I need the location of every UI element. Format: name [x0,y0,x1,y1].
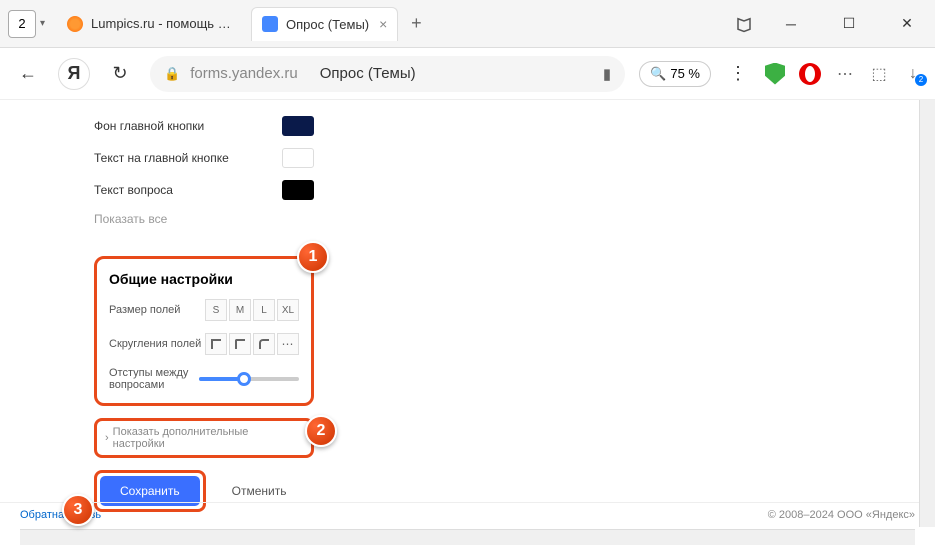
search-icon: 🔍 [650,66,666,82]
opera-icon[interactable] [799,63,821,85]
spacing-slider[interactable] [199,377,299,381]
color-row-question[interactable]: Текст вопроса [94,174,314,206]
color-row-main-text[interactable]: Текст на главной кнопке [94,142,314,174]
new-tab-button[interactable]: + [402,10,430,38]
footer: Обратная связь © 2008–2024 ООО «Яндекс» [0,502,935,527]
sidebar: Фон главной кнопки Текст на главной кноп… [94,110,344,512]
url-domain: forms.yandex.ru [190,65,298,82]
corner-row: Скругления полей ⋯ [109,333,299,355]
color-swatch[interactable] [282,180,314,200]
shield-icon[interactable] [765,63,785,85]
label: Скругления полей [109,338,201,350]
download-icon[interactable]: ↓2 [903,64,923,84]
tab-opros[interactable]: Опрос (Темы) × [251,7,398,41]
content: Фон главной кнопки Текст на главной кноп… [0,100,935,520]
scrollbar-horizontal[interactable] [20,529,915,545]
url-field[interactable]: 🔒 forms.yandex.ru Опрос (Темы) ▮ [150,56,625,92]
slider-fill [199,377,239,381]
label: Размер полей [109,304,180,316]
label: Фон главной кнопки [94,119,204,133]
spacing-row: Отступы между вопросами [109,367,299,391]
tab-label: Опрос (Темы) [286,17,369,32]
field-size-row: Размер полей S M L XL [109,299,299,321]
badge: 2 [915,74,927,86]
label: Текст вопроса [94,183,173,197]
zoom-indicator[interactable]: 🔍 75 % [639,61,711,87]
callout-3: 3 [62,494,94,526]
color-row-main-bg[interactable]: Фон главной кнопки [94,110,314,142]
corner-small[interactable] [229,333,251,355]
tab-label: Lumpics.ru - помощь с ко [91,16,237,31]
minimize-button[interactable]: ─ [771,9,811,39]
show-all-link[interactable]: Показать все [94,206,344,232]
corner-more[interactable]: ⋯ [277,333,299,355]
callout-1: 1 [297,241,329,273]
titlebar: 2 ▾ Lumpics.ru - помощь с ко Опрос (Темы… [0,0,935,48]
label: Отступы между вопросами [109,367,199,391]
size-s[interactable]: S [205,299,227,321]
color-swatch[interactable] [282,116,314,136]
show-more-settings[interactable]: › Показать дополнительные настройки 2 [94,418,314,458]
lock-icon: 🔒 [164,66,180,82]
maximize-button[interactable]: ☐ [829,9,869,39]
size-options: S M L XL [205,299,299,321]
close-icon[interactable]: × [379,16,387,32]
addressbar: ← Я ↻ 🔒 forms.yandex.ru Опрос (Темы) ▮ 🔍… [0,48,935,100]
zoom-value: 75 % [670,66,700,81]
reload-button[interactable]: ↻ [104,58,136,90]
color-swatch[interactable] [282,148,314,168]
size-l[interactable]: L [253,299,275,321]
corner-large[interactable] [253,333,275,355]
back-button[interactable]: ← [12,58,44,90]
library-icon[interactable] [735,15,753,33]
bookmark-icon[interactable]: ▮ [603,65,611,83]
chevron-down-icon[interactable]: ▾ [40,18,45,29]
callout-2: 2 [305,415,337,447]
forms-icon [262,16,278,32]
lumpics-icon [67,16,83,32]
extension-icon[interactable]: ⬚ [869,64,889,84]
chevron-right-icon: › [105,432,109,444]
label: Показать дополнительные настройки [113,426,303,450]
size-xl[interactable]: XL [277,299,299,321]
tab-lumpics[interactable]: Lumpics.ru - помощь с ко [57,7,247,41]
yandex-logo[interactable]: Я [58,58,90,90]
tab-count[interactable]: 2 [8,10,36,38]
corner-none[interactable] [205,333,227,355]
copyright: © 2008–2024 ООО «Яндекс» [768,509,915,521]
more-icon[interactable]: ⋯ [835,64,855,84]
close-button[interactable]: ✕ [887,9,927,39]
scrollbar-vertical[interactable] [919,100,935,527]
settings-title: Общие настройки [109,271,299,287]
menu-button[interactable]: ⋮ [725,63,751,84]
page-title: Опрос (Темы) [320,65,416,82]
slider-thumb[interactable] [237,372,251,386]
general-settings-block: 1 Общие настройки Размер полей S M L XL … [94,256,314,406]
corner-options: ⋯ [205,333,299,355]
label: Текст на главной кнопке [94,151,229,165]
size-m[interactable]: M [229,299,251,321]
